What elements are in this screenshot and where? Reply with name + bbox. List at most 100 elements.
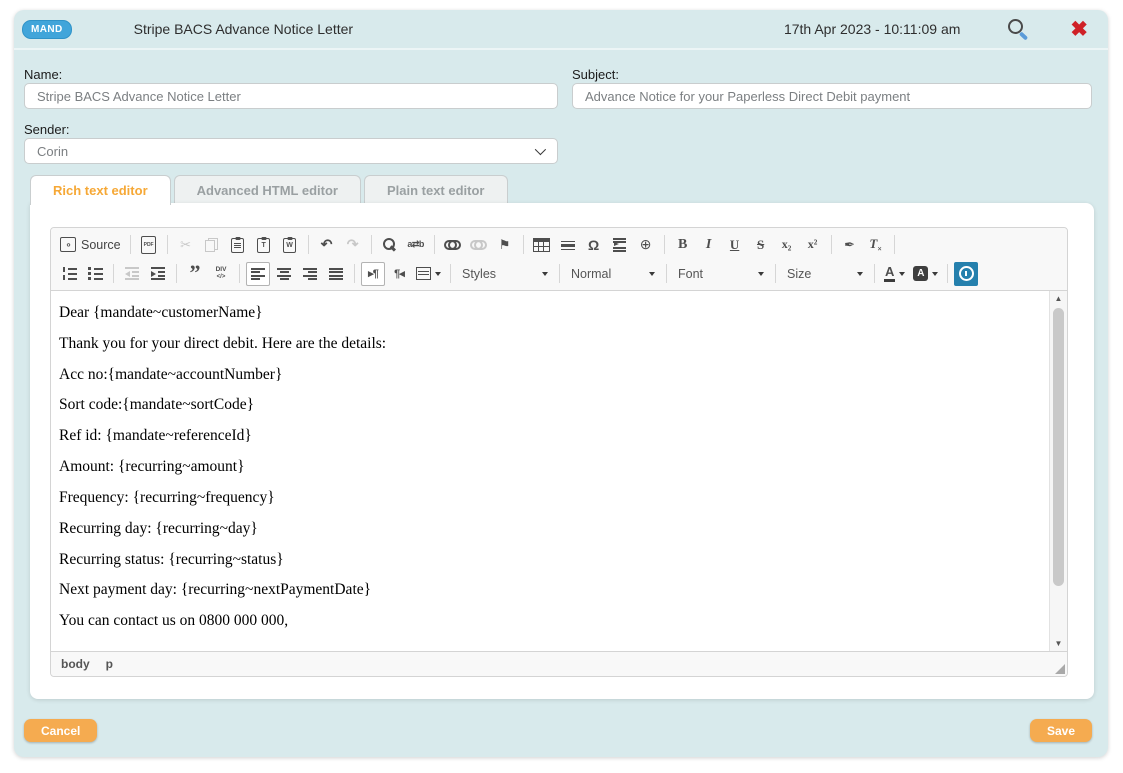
header-actions: 17th Apr 2023 - 10:11:09 am ✖: [784, 17, 1088, 41]
font-combo[interactable]: Font: [673, 262, 769, 286]
paste-button[interactable]: [226, 233, 250, 257]
unlink-button[interactable]: [467, 233, 491, 257]
blockquote-icon: ”: [190, 268, 201, 280]
copy-icon: [205, 238, 218, 252]
align-justify-button[interactable]: [324, 262, 348, 286]
path-element-body[interactable]: body: [61, 657, 90, 671]
name-input[interactable]: [24, 83, 558, 109]
text-direction-rtl-button[interactable]: ¶◂: [387, 262, 411, 286]
numbered-list-button[interactable]: [57, 262, 81, 286]
text-color-button[interactable]: A: [881, 262, 908, 286]
italic-button[interactable]: I: [697, 233, 721, 257]
subscript-icon: x₂: [782, 237, 792, 252]
editor-paragraph: Acc no:{mandate~accountNumber}: [59, 366, 1041, 384]
path-element-p[interactable]: p: [106, 657, 113, 671]
export-pdf-button[interactable]: PDF: [137, 233, 161, 257]
bold-button[interactable]: B: [671, 233, 695, 257]
about-editor-button[interactable]: [954, 262, 978, 286]
editor-paragraph: Frequency: {recurring~frequency}: [59, 489, 1041, 507]
replace-button[interactable]: a⇄b: [404, 233, 428, 257]
cut-button[interactable]: ✂: [174, 233, 198, 257]
text-color-icon: A: [884, 265, 895, 282]
decrease-indent-button[interactable]: [120, 262, 144, 286]
align-left-button[interactable]: [246, 262, 270, 286]
editor-paragraph: Recurring day: {recurring~day}: [59, 520, 1041, 538]
tab-plain-text-editor[interactable]: Plain text editor: [364, 175, 508, 205]
editor-body: Dear {mandate~customerName}Thank you for…: [51, 291, 1067, 651]
mandate-type-badge: MAND: [22, 20, 72, 39]
scrollbar-thumb[interactable]: [1053, 308, 1064, 586]
paragraph-format-combo[interactable]: Normal: [566, 262, 660, 286]
undo-button[interactable]: ↶: [315, 233, 339, 257]
horizontal-rule-button[interactable]: [556, 233, 580, 257]
rich-text-editor: ‹›Source PDF ✂ ↶ ↷ a⇄b: [50, 227, 1068, 677]
increase-indent-button[interactable]: [146, 262, 170, 286]
tab-rich-text-editor[interactable]: Rich text editor: [30, 175, 171, 205]
redo-button[interactable]: ↷: [341, 233, 365, 257]
text-direction-ltr-button[interactable]: ▸¶: [361, 262, 385, 286]
cancel-button[interactable]: Cancel: [24, 719, 97, 742]
editor-paragraph: You can contact us on 0800 000 000,: [59, 612, 1041, 630]
copy-formatting-button[interactable]: ✒: [838, 233, 862, 257]
background-color-button[interactable]: A: [910, 262, 941, 286]
ltr-paragraph-icon: ▸¶: [368, 267, 378, 280]
strikethrough-button[interactable]: S: [749, 233, 773, 257]
tab-advanced-html-editor[interactable]: Advanced HTML editor: [174, 175, 361, 205]
subject-input[interactable]: [572, 83, 1092, 109]
editor-paragraph: Amount: {recurring~amount}: [59, 458, 1041, 476]
editor-card: ‹›Source PDF ✂ ↶ ↷ a⇄b: [30, 203, 1094, 699]
anchor-button[interactable]: ⚑: [493, 233, 517, 257]
editor-paragraph: Sort code:{mandate~sortCode}: [59, 396, 1041, 414]
editor-content[interactable]: Dear {mandate~customerName}Thank you for…: [51, 291, 1049, 651]
find-button[interactable]: [378, 233, 402, 257]
save-button[interactable]: Save: [1030, 719, 1092, 742]
increase-indent-icon: [151, 267, 165, 280]
link-button[interactable]: [441, 233, 465, 257]
search-icon[interactable]: [1006, 17, 1030, 41]
iframe-button[interactable]: ⊕: [634, 233, 658, 257]
div-container-button[interactable]: DIV: [209, 262, 233, 286]
link-icon: [444, 240, 461, 249]
remove-format-button[interactable]: T×: [864, 233, 888, 257]
anchor-flag-icon: ⚑: [499, 237, 511, 253]
resize-grip-icon[interactable]: [1055, 664, 1065, 674]
source-button[interactable]: ‹›Source: [57, 233, 124, 257]
align-center-button[interactable]: [272, 262, 296, 286]
chevron-down-icon: [857, 272, 863, 276]
align-right-button[interactable]: [298, 262, 322, 286]
export-pdf-icon: PDF: [141, 236, 156, 254]
language-button[interactable]: [413, 262, 444, 286]
decrease-indent-icon: [125, 267, 139, 280]
sender-select[interactable]: Corin: [24, 138, 558, 164]
underline-button[interactable]: U: [723, 233, 747, 257]
subject-label: Subject:: [572, 67, 619, 82]
special-character-button[interactable]: Ω: [582, 233, 606, 257]
paste-as-text-button[interactable]: [252, 233, 276, 257]
insert-table-button[interactable]: [530, 233, 554, 257]
copy-button[interactable]: [200, 233, 224, 257]
align-left-icon: [251, 268, 265, 280]
paste-from-word-button[interactable]: [278, 233, 302, 257]
scroll-down-icon[interactable]: ▼: [1050, 636, 1067, 651]
numbered-list-icon: [62, 267, 77, 280]
scrollbar-track[interactable]: [1050, 306, 1067, 636]
chevron-down-icon: [542, 272, 548, 276]
sender-label: Sender:: [24, 122, 70, 137]
chevron-down-icon: [758, 272, 764, 276]
scroll-up-icon[interactable]: ▲: [1050, 291, 1067, 306]
bullet-list-button[interactable]: [83, 262, 107, 286]
editor-paragraph: Ref id: {mandate~referenceId}: [59, 427, 1041, 445]
superscript-button[interactable]: x²: [801, 233, 825, 257]
paste-as-text-icon: [257, 238, 270, 253]
size-combo[interactable]: Size: [782, 262, 868, 286]
horizontal-rule-icon: [561, 239, 575, 251]
find-icon: [383, 238, 397, 252]
editor-paragraph: Recurring status: {recurring~status}: [59, 551, 1041, 569]
close-icon[interactable]: ✖: [1070, 19, 1088, 40]
subscript-button[interactable]: x₂: [775, 233, 799, 257]
page-break-button[interactable]: [608, 233, 632, 257]
styles-combo[interactable]: Styles: [457, 262, 553, 286]
sender-selected-value: Corin: [37, 144, 68, 159]
blockquote-button[interactable]: ”: [183, 262, 207, 286]
editor-scrollbar[interactable]: ▲ ▼: [1049, 291, 1067, 651]
